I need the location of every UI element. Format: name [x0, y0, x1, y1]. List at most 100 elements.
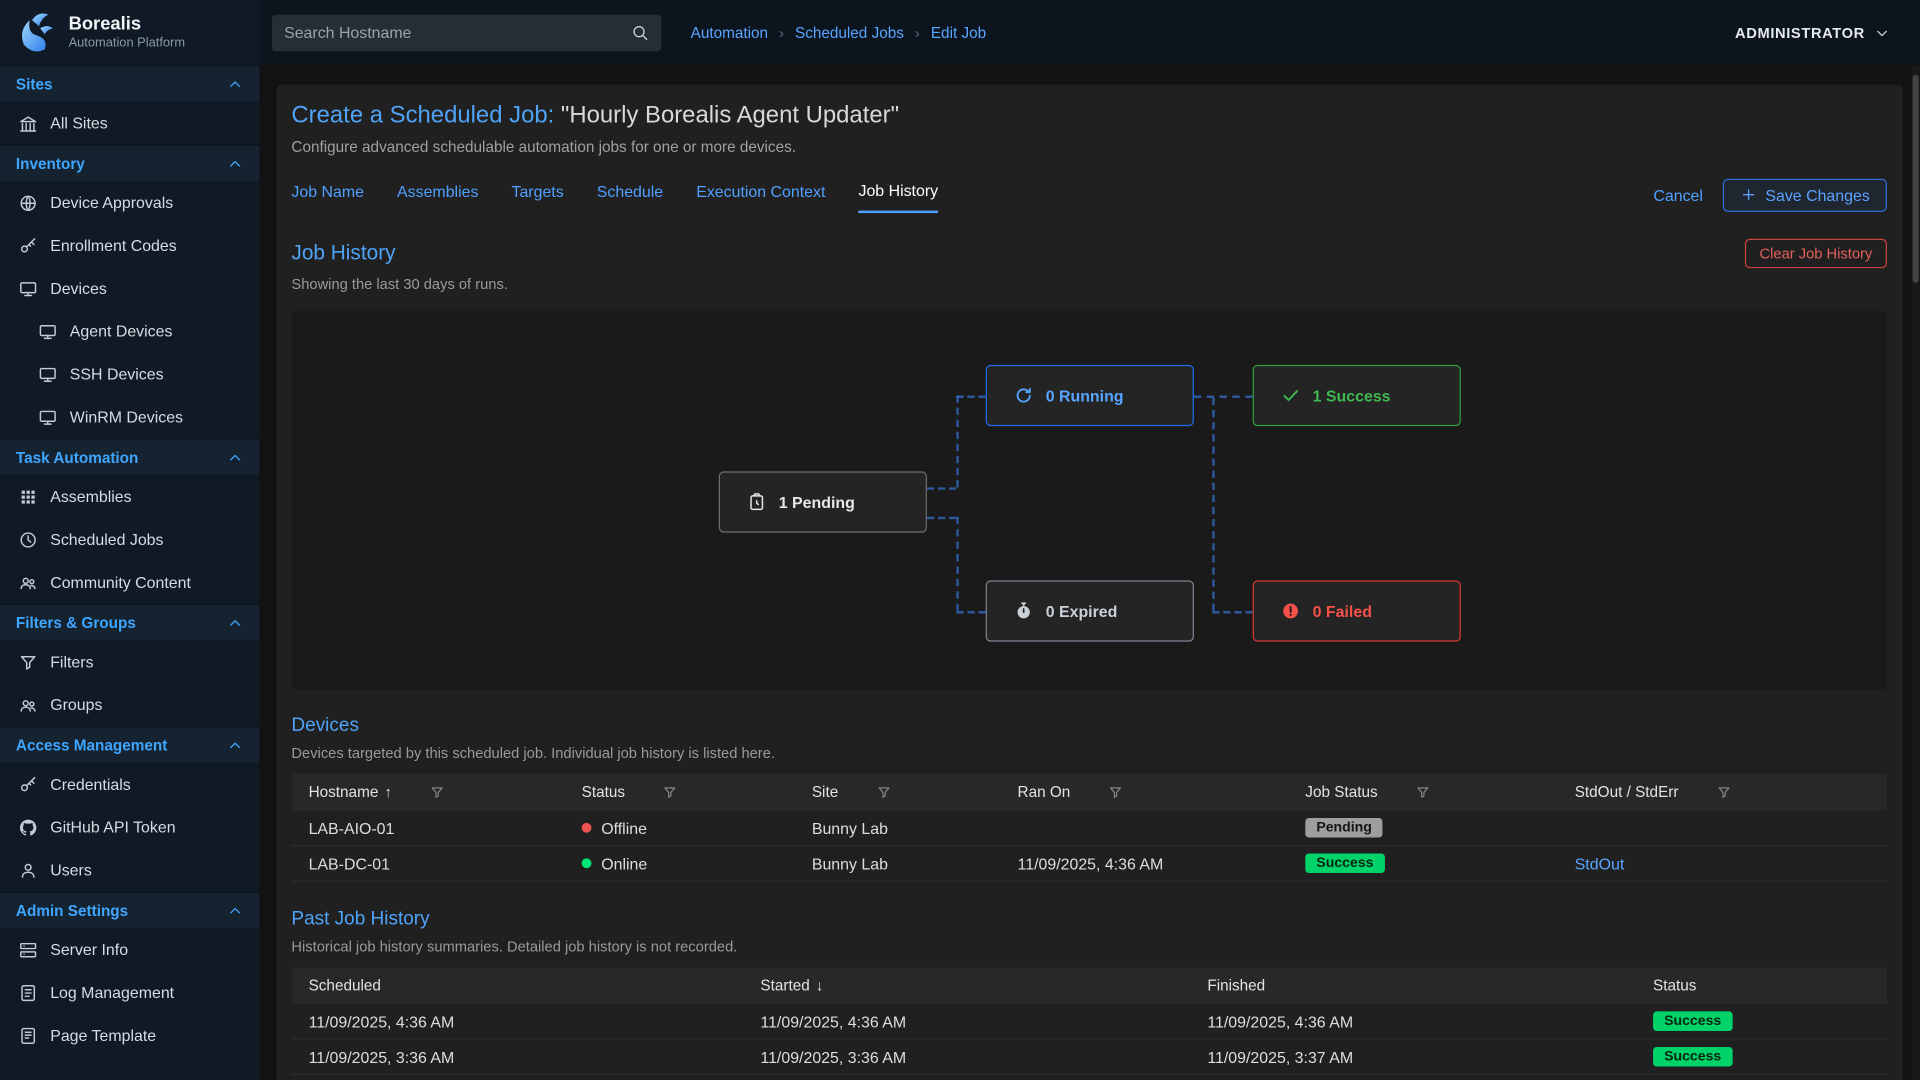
column-header-scheduled[interactable]: Scheduled	[291, 977, 743, 994]
column-header-status[interactable]: Status	[1636, 977, 1887, 994]
clipboard-clock-icon	[747, 492, 767, 512]
cancel-button[interactable]: Cancel	[1653, 186, 1703, 204]
stdout-cell: StdOut	[1558, 854, 1887, 872]
hostname-cell: LAB-AIO-01	[291, 819, 564, 837]
flow-node-success[interactable]: 1 Success	[1253, 365, 1461, 426]
sort-asc-icon[interactable]: ↑	[384, 784, 391, 801]
monitor-icon	[38, 364, 58, 384]
filter-icon[interactable]	[1716, 785, 1731, 800]
sidebar-section-filters-groups[interactable]: Filters & Groups	[0, 604, 260, 641]
breadcrumb-automation[interactable]: Automation	[691, 24, 768, 41]
save-changes-button[interactable]: Save Changes	[1723, 178, 1887, 211]
sidebar-item-device-approvals[interactable]: Device Approvals	[0, 181, 260, 224]
status-badge: Success	[1653, 1047, 1732, 1067]
section-label: Task Automation	[16, 449, 138, 466]
sidebar-item-server-info[interactable]: Server Info	[0, 928, 260, 971]
stopwatch-icon	[1014, 601, 1034, 621]
table-row[interactable]: LAB-DC-01 Online Bunny Lab 11/09/2025, 4…	[291, 846, 1887, 882]
sidebar-item-groups[interactable]: Groups	[0, 683, 260, 726]
stdout-link[interactable]: StdOut	[1575, 854, 1625, 872]
item-label: Page Template	[50, 1026, 156, 1044]
tab-schedule[interactable]: Schedule	[597, 178, 663, 212]
online-dot	[582, 858, 592, 868]
sidebar-section-sites[interactable]: Sites	[0, 65, 260, 102]
search-input[interactable]	[284, 23, 631, 41]
column-header-status[interactable]: Status	[564, 784, 794, 801]
sidebar-section-inventory[interactable]: Inventory	[0, 144, 260, 181]
devices-heading: Devices	[291, 715, 1887, 737]
breadcrumb-scheduled-jobs[interactable]: Scheduled Jobs	[795, 24, 904, 41]
sidebar-item-winrm-devices[interactable]: WinRM Devices	[0, 396, 260, 439]
sidebar-item-ssh-devices[interactable]: SSH Devices	[0, 353, 260, 396]
sidebar-item-all-sites[interactable]: All Sites	[0, 102, 260, 145]
clear-job-history-button[interactable]: Clear Job History	[1745, 239, 1887, 268]
breadcrumb-edit-job[interactable]: Edit Job	[931, 24, 986, 41]
sidebar-section-admin-settings[interactable]: Admin Settings	[0, 891, 260, 928]
flow-node-failed[interactable]: 0 Failed	[1253, 580, 1461, 641]
user-menu[interactable]: ADMINISTRATOR	[1735, 24, 1891, 41]
table-row[interactable]: 11/09/2025, 3:36 AM 11/09/2025, 3:36 AM …	[291, 1040, 1887, 1076]
section-label: Admin Settings	[16, 902, 128, 919]
flow-node-running[interactable]: 0 Running	[986, 365, 1194, 426]
page-subtitle: Configure advanced schedulable automatio…	[291, 138, 1887, 155]
search-box[interactable]	[272, 14, 661, 51]
filter-icon[interactable]	[876, 785, 891, 800]
filter-icon[interactable]	[430, 785, 445, 800]
table-row[interactable]: LAB-AIO-01 Offline Bunny Lab Pending	[291, 811, 1887, 847]
sidebar-item-devices[interactable]: Devices	[0, 267, 260, 310]
column-header-started[interactable]: Started ↓	[743, 977, 1190, 994]
tab-assemblies[interactable]: Assemblies	[397, 178, 478, 212]
sort-desc-icon[interactable]: ↓	[816, 977, 823, 994]
sidebar-item-credentials[interactable]: Credentials	[0, 763, 260, 806]
sidebar-item-github-api-token[interactable]: GitHub API Token	[0, 806, 260, 849]
table-row[interactable]: 11/09/2025, 2:36 AM 11/09/2025, 2:36 AM …	[291, 1075, 1887, 1080]
column-header-hostname[interactable]: Hostname ↑	[291, 784, 564, 801]
vertical-scrollbar[interactable]	[1911, 65, 1920, 1080]
flow-node-expired[interactable]: 0 Expired	[986, 580, 1194, 641]
status-badge: Success	[1653, 1011, 1732, 1031]
sidebar-item-scheduled-jobs[interactable]: Scheduled Jobs	[0, 518, 260, 561]
flow-node-pending[interactable]: 1 Pending	[719, 471, 927, 532]
key-icon	[18, 774, 38, 794]
scrollbar-thumb[interactable]	[1913, 75, 1919, 283]
sidebar-item-filters[interactable]: Filters	[0, 640, 260, 683]
sidebar-item-agent-devices[interactable]: Agent Devices	[0, 310, 260, 353]
sidebar-item-enrollment-codes[interactable]: Enrollment Codes	[0, 224, 260, 267]
tab-targets[interactable]: Targets	[511, 178, 563, 212]
item-label: All Sites	[50, 114, 108, 132]
table-row[interactable]: 11/09/2025, 4:36 AM 11/09/2025, 4:36 AM …	[291, 1004, 1887, 1040]
status-cell: Online	[564, 854, 794, 872]
column-header-job-status[interactable]: Job Status	[1288, 784, 1557, 801]
sidebar-item-assemblies[interactable]: Assemblies	[0, 475, 260, 518]
search-icon[interactable]	[631, 23, 649, 41]
top-bar: Borealis Automation Platform Automation …	[0, 0, 1920, 65]
item-label: WinRM Devices	[70, 408, 183, 426]
job-status-flow: 1 Pending 0 Running 1 Success 0 Expired …	[291, 311, 1887, 691]
save-button-label: Save Changes	[1765, 186, 1869, 204]
sidebar-section-access-management[interactable]: Access Management	[0, 726, 260, 763]
tab-execution-context[interactable]: Execution Context	[696, 178, 825, 212]
tab-job-name[interactable]: Job Name	[291, 178, 364, 212]
breadcrumb-separator: ›	[915, 24, 920, 41]
brand-block[interactable]: Borealis Automation Platform	[0, 0, 260, 65]
item-label: Filters	[50, 653, 93, 671]
filter-icon[interactable]	[1108, 785, 1123, 800]
sidebar-item-page-template[interactable]: Page Template	[0, 1014, 260, 1057]
column-header-ran-on[interactable]: Ran On	[1000, 784, 1288, 801]
sidebar-item-community-content[interactable]: Community Content	[0, 561, 260, 604]
tab-job-history[interactable]: Job History	[858, 176, 938, 213]
item-label: GitHub API Token	[50, 818, 175, 836]
column-header-site[interactable]: Site	[795, 784, 1001, 801]
filter-icon[interactable]	[663, 785, 678, 800]
sidebar-item-users[interactable]: Users	[0, 849, 260, 892]
job-status-cell: Pending	[1288, 818, 1557, 838]
section-label: Filters & Groups	[16, 614, 136, 631]
column-header-stdout-stderr[interactable]: StdOut / StdErr	[1558, 784, 1887, 801]
filter-icon[interactable]	[1416, 785, 1431, 800]
sidebar: Sites All Sites Inventory Device Approva…	[0, 65, 260, 1080]
column-header-finished[interactable]: Finished	[1190, 977, 1636, 994]
sidebar-item-log-management[interactable]: Log Management	[0, 971, 260, 1014]
sidebar-section-task-automation[interactable]: Task Automation	[0, 438, 260, 475]
log-icon	[18, 983, 38, 1003]
connector-pending-running	[927, 487, 956, 489]
